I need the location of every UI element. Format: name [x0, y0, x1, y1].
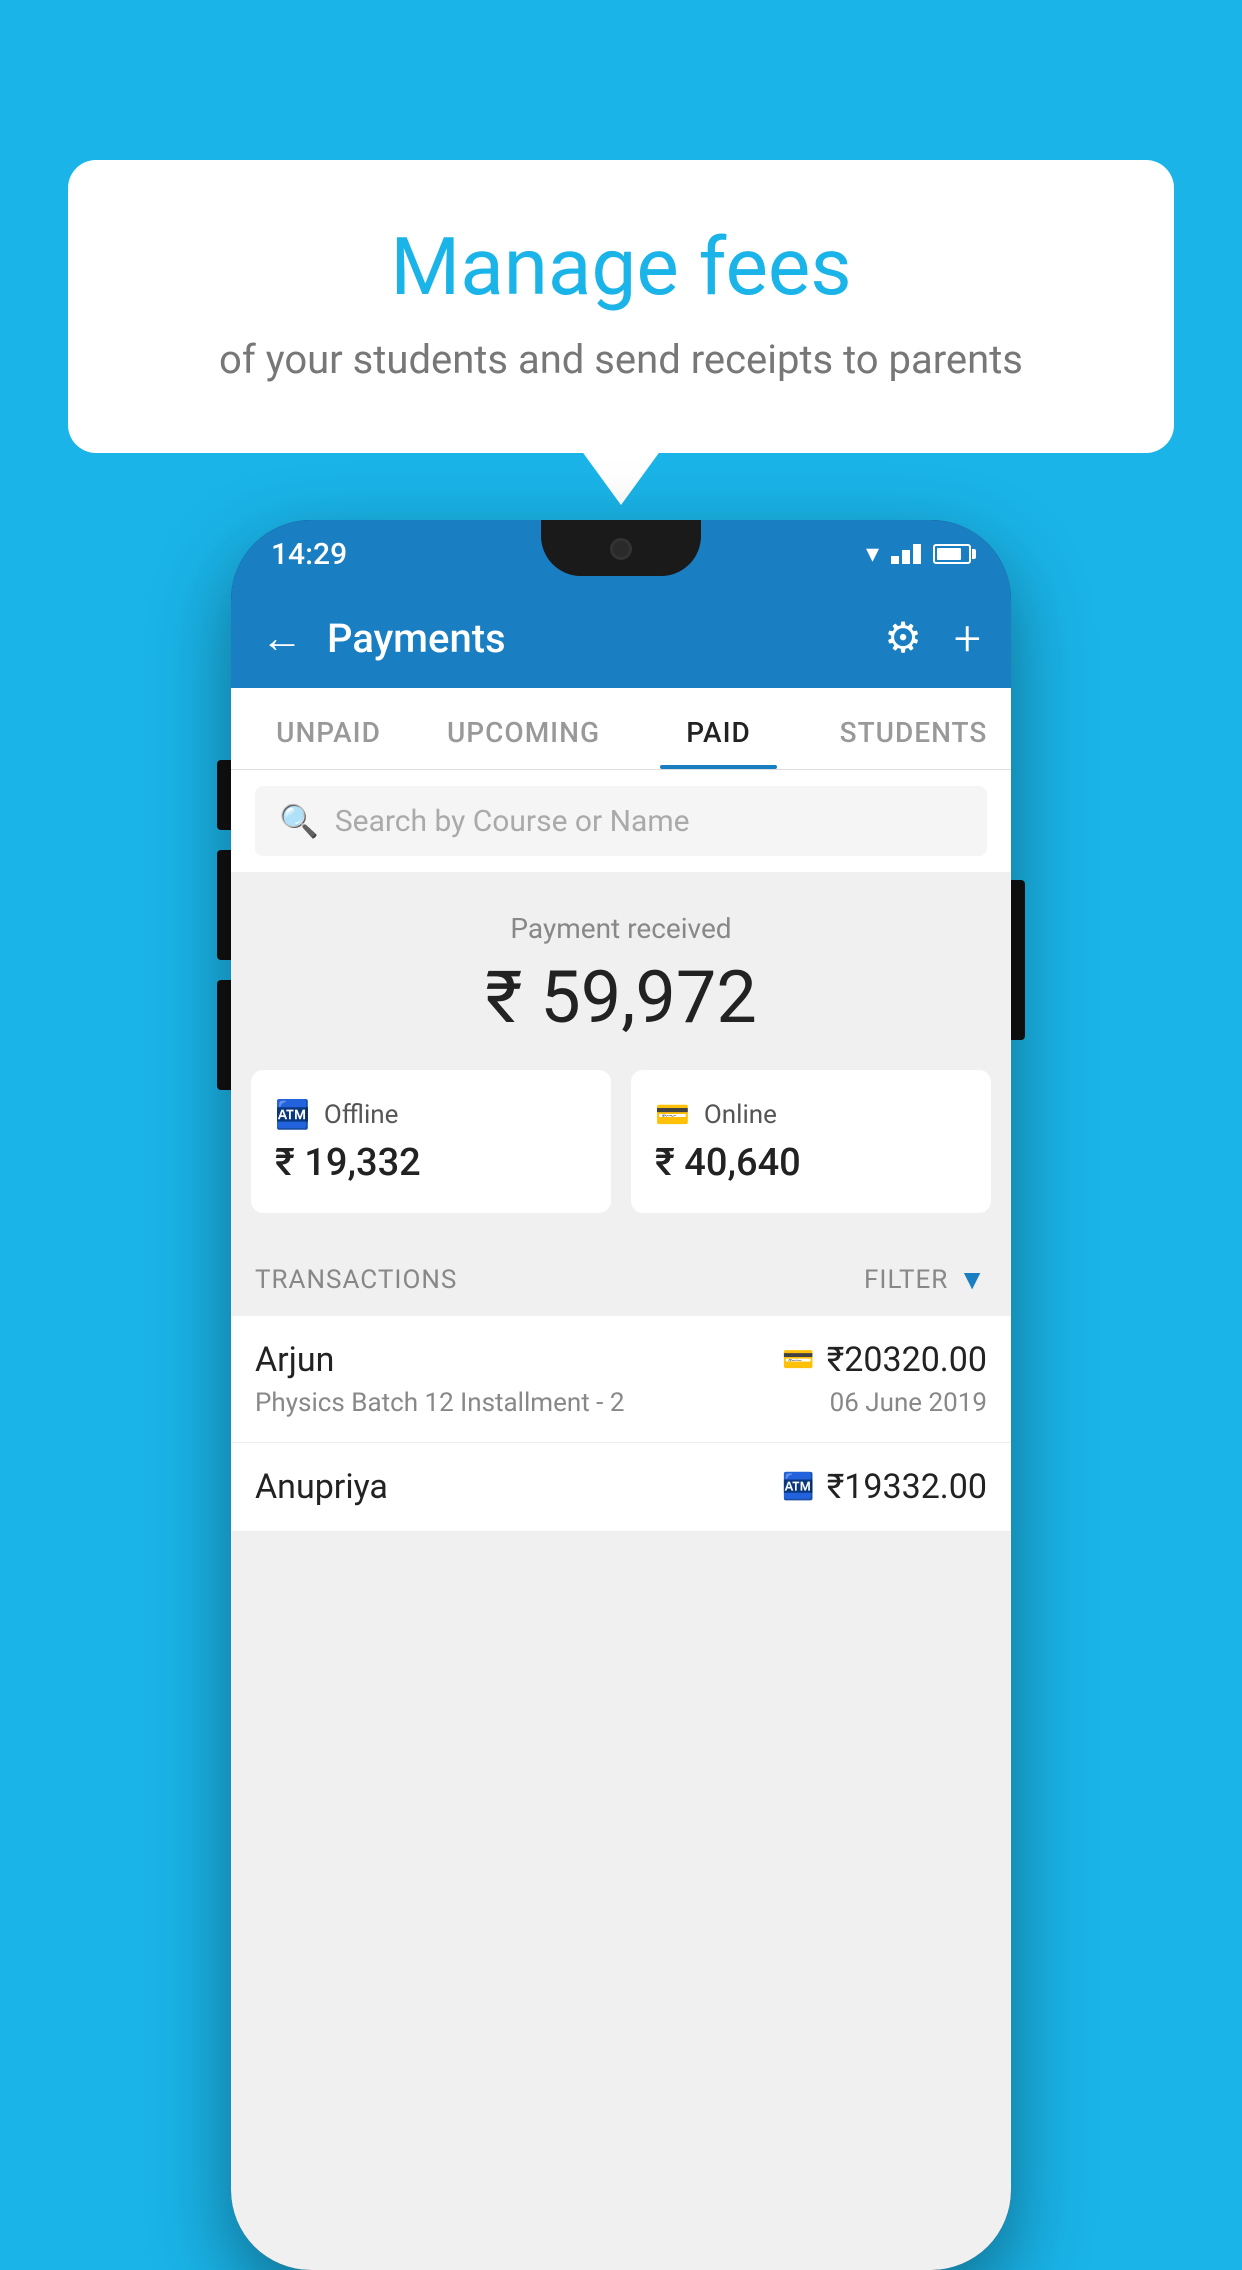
main-content: 🔍 Search by Course or Name Payment recei… [231, 770, 1011, 2270]
status-time: 14:29 [271, 537, 347, 572]
payment-received-section: Payment received ₹ 59,972 [231, 872, 1011, 1070]
phone: 14:29 ▾ [231, 520, 1011, 2270]
transaction-amount-wrap: 💳 ₹20320.00 [782, 1340, 987, 1380]
speech-bubble-subtitle: of your students and send receipts to pa… [118, 336, 1124, 383]
page-title: Payments [327, 615, 506, 662]
speech-bubble-title: Manage fees [118, 220, 1124, 314]
online-card-header: 💳 Online [655, 1098, 967, 1131]
phone-content: 14:29 ▾ [231, 520, 1011, 2270]
offline-amount: ₹ 19,332 [275, 1141, 587, 1185]
tab-paid[interactable]: PAID [621, 688, 816, 769]
add-icon[interactable]: + [954, 610, 981, 667]
search-bar: 🔍 Search by Course or Name [231, 770, 1011, 872]
wifi-icon: ▾ [866, 539, 879, 569]
search-input[interactable]: Search by Course or Name [335, 804, 690, 839]
table-row[interactable]: Arjun 💳 ₹20320.00 Physics Batch 12 Insta… [231, 1316, 1011, 1443]
speech-bubble: Manage fees of your students and send re… [68, 160, 1174, 453]
app-bar: ← Payments ⚙ + [231, 588, 1011, 688]
phone-shell: 14:29 ▾ [231, 520, 1011, 2270]
transaction-details: Physics Batch 12 Installment - 2 06 June… [255, 1388, 987, 1418]
transactions-label: TRANSACTIONS [255, 1265, 457, 1295]
side-button-power [1011, 880, 1025, 1040]
transaction-course: Physics Batch 12 Installment - 2 [255, 1388, 624, 1418]
settings-icon[interactable]: ⚙ [884, 613, 922, 663]
transaction-amount-wrap: 🏧 ₹19332.00 [782, 1467, 987, 1507]
offline-payment-card: 🏧 Offline ₹ 19,332 [251, 1070, 611, 1213]
status-bar-container: 14:29 ▾ [231, 520, 1011, 588]
transaction-name: Anupriya [255, 1467, 388, 1507]
online-label: Online [704, 1100, 777, 1130]
table-row[interactable]: Anupriya 🏧 ₹19332.00 [231, 1443, 1011, 1532]
transaction-top: Arjun 💳 ₹20320.00 [255, 1340, 987, 1380]
offline-card-header: 🏧 Offline [275, 1098, 587, 1131]
filter-icon: ▼ [958, 1263, 987, 1296]
payment-received-amount: ₹ 59,972 [231, 955, 1011, 1040]
online-icon: 💳 [655, 1098, 690, 1131]
filter-label: FILTER [864, 1265, 948, 1295]
tab-students[interactable]: STUDENTS [816, 688, 1011, 769]
search-icon: 🔍 [279, 802, 319, 840]
notch [541, 520, 701, 576]
search-input-wrap[interactable]: 🔍 Search by Course or Name [255, 786, 987, 856]
offline-icon: 🏧 [275, 1098, 310, 1131]
back-button[interactable]: ← [261, 614, 303, 663]
tab-unpaid[interactable]: UNPAID [231, 688, 426, 769]
tabs: UNPAID UPCOMING PAID STUDENTS [231, 688, 1011, 770]
app-bar-left: ← Payments [261, 614, 506, 663]
transaction-amount: ₹19332.00 [827, 1467, 987, 1507]
side-button-volume-up [217, 760, 231, 830]
transaction-date: 06 June 2019 [830, 1388, 987, 1418]
online-payment-card: 💳 Online ₹ 40,640 [631, 1070, 991, 1213]
transaction-payment-icon: 💳 [782, 1345, 814, 1375]
side-button-volume-down2 [217, 980, 231, 1090]
battery-icon [933, 544, 971, 564]
tab-upcoming[interactable]: UPCOMING [426, 688, 621, 769]
transaction-amount: ₹20320.00 [827, 1340, 987, 1380]
transactions-header: TRANSACTIONS FILTER ▼ [231, 1243, 1011, 1316]
camera [610, 538, 632, 560]
offline-label: Offline [324, 1100, 399, 1130]
transaction-name: Arjun [255, 1340, 334, 1380]
signal-icon [891, 544, 921, 564]
status-icons: ▾ [866, 539, 971, 569]
transaction-partial-top: Anupriya 🏧 ₹19332.00 [255, 1467, 987, 1507]
side-button-volume-down [217, 850, 231, 960]
payment-cards: 🏧 Offline ₹ 19,332 💳 Online ₹ 40,640 [231, 1070, 1011, 1243]
online-amount: ₹ 40,640 [655, 1141, 967, 1185]
transaction-cash-icon: 🏧 [782, 1472, 814, 1502]
payment-received-label: Payment received [231, 912, 1011, 945]
app-bar-right: ⚙ + [884, 610, 981, 667]
filter-button[interactable]: FILTER ▼ [864, 1263, 987, 1296]
